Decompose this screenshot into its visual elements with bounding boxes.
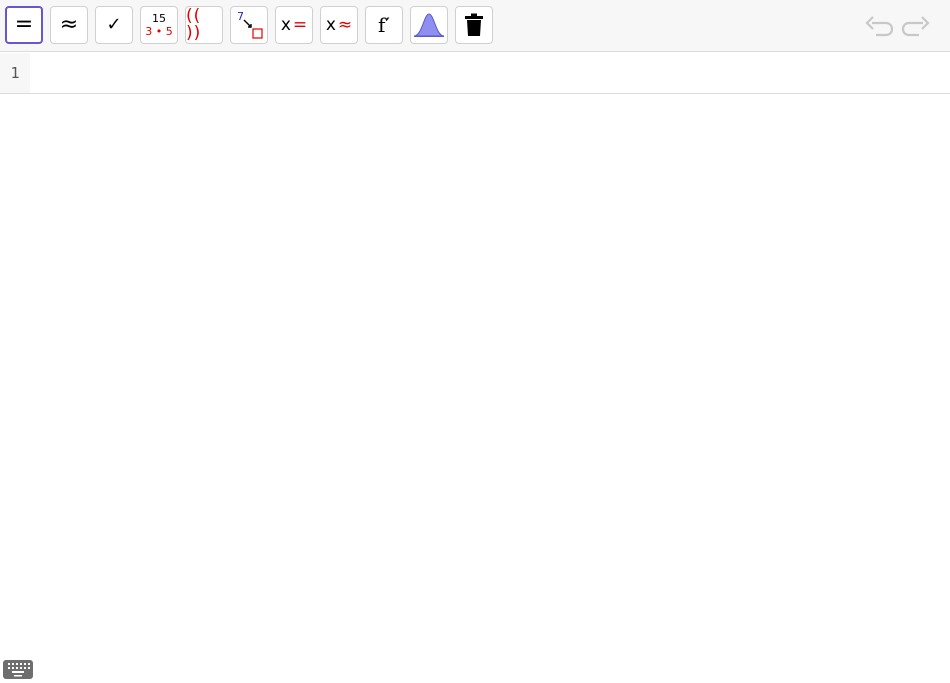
derivative-button[interactable]: f′ bbox=[365, 6, 403, 44]
delete-button[interactable] bbox=[455, 6, 493, 44]
factor-button[interactable]: 15 3 • 5 bbox=[140, 6, 178, 44]
substitute-button[interactable]: 7 bbox=[230, 6, 268, 44]
substitute-arrow-icon bbox=[243, 19, 263, 39]
probability-calculator-button[interactable] bbox=[410, 6, 448, 44]
cas-row: 1 bbox=[0, 53, 950, 94]
undo-button[interactable] bbox=[863, 10, 895, 42]
nsolve-x-label: x bbox=[325, 14, 336, 35]
solve-x-label: x bbox=[280, 14, 291, 35]
cas-input-field[interactable] bbox=[30, 53, 950, 93]
keep-input-button[interactable]: ✓ bbox=[95, 6, 133, 44]
keyboard-icon bbox=[8, 663, 30, 677]
approx-icon: ≈ bbox=[59, 12, 79, 37]
factor-bottom-label: 3 • 5 bbox=[145, 25, 173, 38]
solve-button[interactable]: x = bbox=[275, 6, 313, 44]
nsolve-approx-icon: ≈ bbox=[337, 14, 353, 35]
evaluate-button[interactable]: = bbox=[5, 6, 43, 44]
derivative-icon: f′ bbox=[378, 13, 390, 37]
row-number[interactable]: 1 bbox=[0, 53, 30, 93]
undo-icon bbox=[865, 16, 894, 37]
solve-equals-icon: = bbox=[292, 14, 308, 35]
toolbar: = ≈ ✓ 15 3 • 5 (( )) 7 x = x ≈ f′ bbox=[0, 0, 950, 52]
solve-numerically-button[interactable]: x ≈ bbox=[320, 6, 358, 44]
keyboard-toggle-button[interactable] bbox=[3, 660, 33, 679]
redo-icon bbox=[901, 16, 930, 37]
bell-curve-icon bbox=[413, 13, 445, 37]
equals-icon: = bbox=[14, 12, 34, 37]
checkmark-icon: ✓ bbox=[106, 14, 122, 35]
factor-top-label: 15 bbox=[152, 12, 166, 25]
parentheses-icon: (( )) bbox=[186, 6, 202, 43]
numeric-button[interactable]: ≈ bbox=[50, 6, 88, 44]
expand-button[interactable]: (( )) bbox=[185, 6, 223, 44]
trash-icon bbox=[465, 13, 483, 36]
redo-button[interactable] bbox=[900, 10, 932, 42]
